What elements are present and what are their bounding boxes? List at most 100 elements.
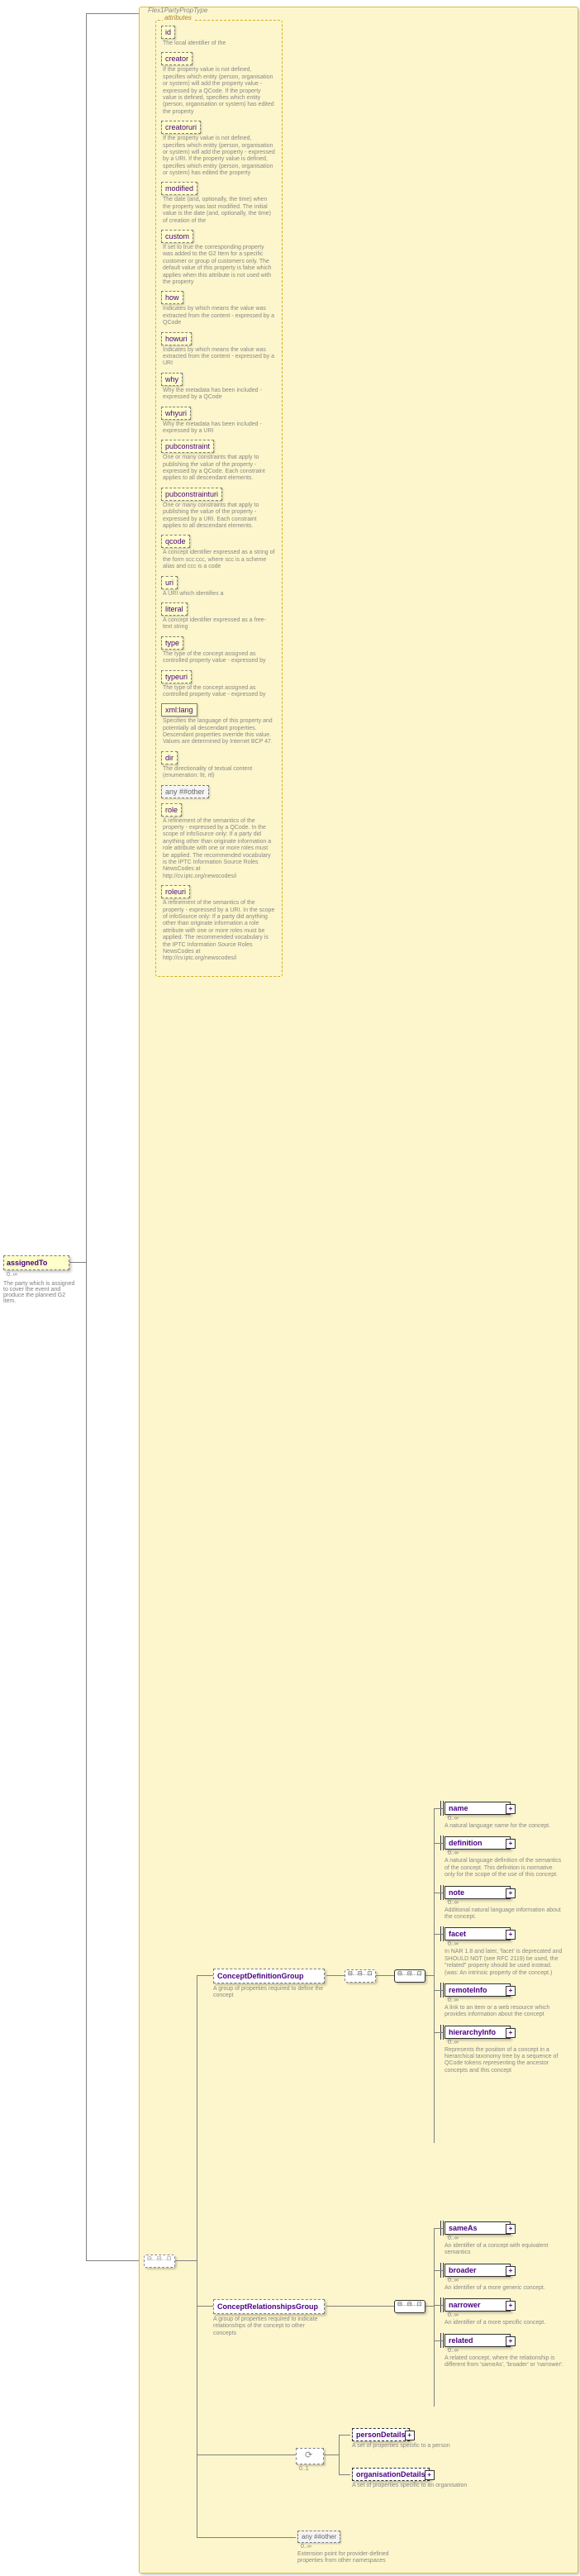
connector bbox=[326, 2306, 394, 2307]
attribute-item: modified The date (and, optionally, the t… bbox=[161, 182, 277, 225]
attribute-item: dirThe directionality of textual content… bbox=[161, 751, 277, 780]
attribute-name: how bbox=[161, 291, 183, 304]
attributes-label: attributes bbox=[163, 14, 193, 21]
element-desc: In NAR 1.8 and later, 'facet' is depreca… bbox=[445, 1949, 564, 1977]
connector bbox=[434, 1990, 443, 1991]
sequence-connector bbox=[345, 1969, 376, 1983]
connector bbox=[425, 1975, 434, 1976]
element-name: personDetails+ bbox=[352, 2428, 410, 2441]
attribute-item: roleA refinement of the semantics of the… bbox=[161, 803, 277, 881]
root-element-desc: The party which is assigned to cover the… bbox=[3, 1281, 78, 1304]
connector bbox=[434, 2229, 435, 2407]
attribute-item: whyuriWhy the metadata has been included… bbox=[161, 407, 277, 436]
rel-children-column: sameAs+0..∞An identifier of a concept wi… bbox=[445, 2221, 573, 2375]
attribute-name: custom bbox=[161, 230, 193, 243]
expand-icon[interactable]: + bbox=[506, 2266, 516, 2276]
attribute-desc: The local identifier of the bbox=[161, 40, 277, 47]
expand-icon[interactable]: + bbox=[506, 2224, 516, 2234]
attribute-name: qcode bbox=[161, 535, 190, 548]
sequence-connector bbox=[394, 1969, 425, 1983]
element-name: broader+ bbox=[445, 2264, 511, 2277]
element-name: name+ bbox=[445, 1802, 511, 1815]
connector bbox=[434, 2228, 443, 2229]
element-desc: An identifier of a more generic concept. bbox=[445, 2285, 564, 2292]
element-desc: A link to an item or a web resource whic… bbox=[445, 2005, 564, 2019]
connector bbox=[197, 2537, 296, 2538]
def-children-column: name+ 0..∞ A natural language name for the… bbox=[445, 1802, 573, 2081]
expand-icon[interactable]: + bbox=[506, 2301, 516, 2311]
element-card: 0..∞ bbox=[448, 1997, 573, 2003]
connector bbox=[434, 1843, 443, 1844]
organisation-details: organisationDetails+ A set of properties… bbox=[352, 2468, 480, 2489]
connector bbox=[434, 2270, 443, 2271]
connector bbox=[86, 1262, 87, 2260]
element-card: 0..∞ bbox=[448, 2312, 573, 2318]
group-name: ConceptRelationshipsGroup bbox=[213, 2299, 325, 2314]
element-desc: An identifier of a concept with equivale… bbox=[445, 2243, 564, 2257]
connector bbox=[339, 2435, 340, 2474]
expand-icon[interactable]: + bbox=[506, 1839, 516, 1849]
connector bbox=[69, 1262, 86, 1263]
child-element: note+0..∞Additional natural language inf… bbox=[445, 1886, 573, 1921]
group-name: ConceptDefinitionGroup bbox=[213, 1969, 325, 1983]
attribute-desc: The type of the concept assigned as cont… bbox=[161, 685, 277, 699]
connector bbox=[434, 2032, 443, 2033]
child-element: narrower+0..∞An identifier of a more spe… bbox=[445, 2298, 573, 2326]
element-name: remoteInfo+ bbox=[445, 1983, 511, 1997]
group-desc: A group of properties required to indica… bbox=[213, 2316, 325, 2337]
attribute-name: typeuri bbox=[161, 670, 192, 683]
attribute-desc: A URI which identifies a bbox=[161, 591, 277, 598]
element-name: related+ bbox=[445, 2334, 511, 2347]
choice-connector bbox=[296, 2448, 324, 2464]
attribute-item: qcodeA concept identifier expressed as a… bbox=[161, 535, 277, 570]
connector bbox=[434, 2305, 443, 2306]
type-title: Flex1PartyPropType bbox=[148, 7, 207, 14]
attribute-desc: If the property value is not defined, sp… bbox=[161, 67, 277, 116]
expand-icon[interactable]: + bbox=[506, 1804, 516, 1814]
attribute-name: id bbox=[161, 26, 175, 39]
attribute-item: whyWhy the metadata has been included - … bbox=[161, 373, 277, 402]
attribute-desc: A refinement of the semantics of the pro… bbox=[161, 818, 277, 881]
attribute-item: creatoruriIf the property value is not d… bbox=[161, 121, 277, 177]
any-other-card: 0..∞ bbox=[301, 2544, 405, 2550]
attribute-desc: Indicates by which means the value was e… bbox=[161, 306, 277, 326]
expand-icon[interactable]: + bbox=[506, 2028, 516, 2038]
attribute-item: customIf set to true the corresponding p… bbox=[161, 230, 277, 286]
connector bbox=[434, 1934, 443, 1935]
attribute-name: modified bbox=[161, 182, 197, 195]
person-details: personDetails+ A set of properties speci… bbox=[352, 2428, 480, 2450]
attribute-desc: Specifies the language of this property … bbox=[161, 718, 277, 746]
child-element: related+0..∞A related concept, where the… bbox=[445, 2334, 573, 2369]
expand-icon[interactable]: + bbox=[506, 1930, 516, 1940]
attribute-item: typeuri The type of the concept assigned … bbox=[161, 670, 277, 699]
attribute-name: type bbox=[161, 636, 183, 650]
expand-icon[interactable]: + bbox=[405, 2431, 415, 2440]
connector bbox=[197, 2306, 213, 2307]
element-card: 0..∞ bbox=[448, 1900, 573, 1906]
element-desc: A set of properties specific to a person bbox=[352, 2443, 480, 2450]
attribute-item: how Indicates by which means the value wa… bbox=[161, 291, 277, 326]
expand-icon[interactable]: + bbox=[506, 2336, 516, 2346]
attribute-item: any ##other bbox=[161, 785, 277, 798]
root-element-name: assignedTo bbox=[3, 1255, 69, 1270]
connector bbox=[425, 2306, 434, 2307]
attribute-name: pubconstrainturi bbox=[161, 488, 222, 501]
element-desc: A natural language name for the concept. bbox=[445, 1823, 564, 1830]
attribute-name: uri bbox=[161, 576, 178, 589]
child-element: broader+0..∞ An identifier of a more gene… bbox=[445, 2264, 573, 2292]
element-card: 0..∞ bbox=[448, 2278, 573, 2283]
element-desc: A set of properties specific to an organ… bbox=[352, 2483, 480, 2489]
attribute-name: literal bbox=[161, 602, 188, 616]
choice-card: 0..1 bbox=[299, 2466, 309, 2472]
element-card: 0..∞ bbox=[448, 1941, 573, 1947]
sequence-connector bbox=[394, 2300, 425, 2313]
attribute-desc: A concept identifier expressed as a free… bbox=[161, 617, 277, 631]
attribute-desc: If the property value is not defined, sp… bbox=[161, 136, 277, 177]
expand-icon[interactable]: + bbox=[506, 1986, 516, 1996]
expand-icon[interactable]: + bbox=[506, 1888, 516, 1898]
expand-icon[interactable]: + bbox=[425, 2470, 435, 2480]
attribute-desc: One or many constraints that apply to pu… bbox=[161, 455, 277, 483]
attribute-name: pubconstraint bbox=[161, 440, 214, 453]
root-element-card: 0..∞ bbox=[7, 1272, 69, 1278]
attribute-desc: The date (and, optionally, the time) whe… bbox=[161, 197, 277, 225]
